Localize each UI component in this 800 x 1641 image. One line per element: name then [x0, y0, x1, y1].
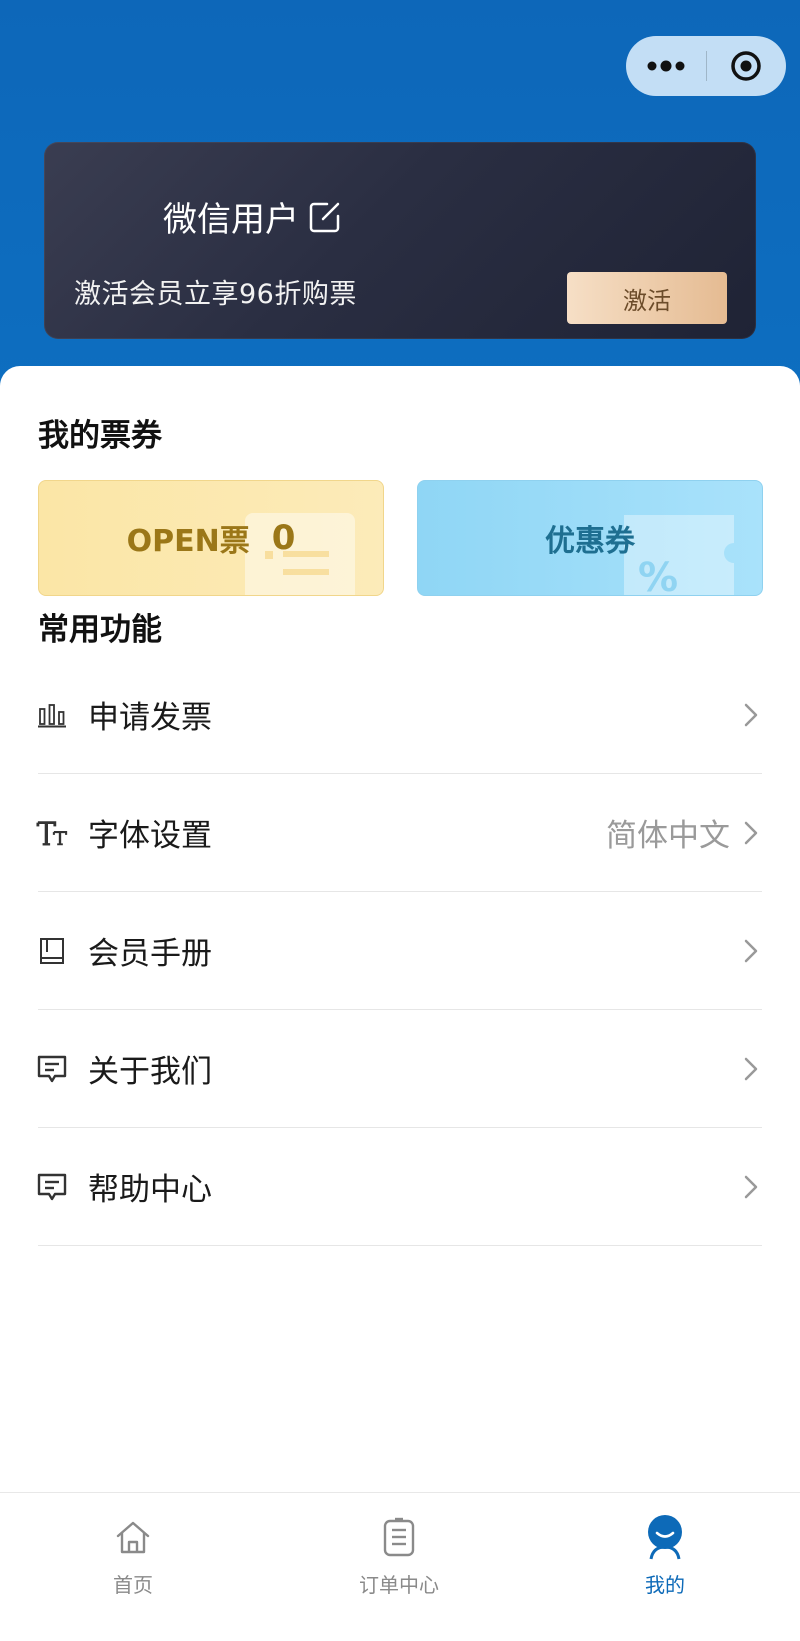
open-ticket-card[interactable]: OPEN票 0	[38, 480, 384, 596]
menu-item-font-settings[interactable]: 字体设置 简体中文	[36, 774, 762, 892]
coupon-card[interactable]: % 优惠券	[417, 480, 763, 596]
open-ticket-label: OPEN票	[126, 524, 250, 559]
menu-item-member-handbook[interactable]: 会员手册	[38, 892, 762, 1010]
svg-text:%: %	[638, 555, 678, 596]
tab-home[interactable]: 首页	[0, 1493, 266, 1641]
my-tickets-title: 我的票券	[38, 418, 162, 454]
close-button[interactable]	[707, 36, 787, 96]
chevron-right-icon	[742, 1174, 760, 1200]
bar-chart-icon	[36, 699, 68, 731]
menu-item-label: 字体设置	[88, 818, 212, 854]
order-list-icon	[375, 1513, 423, 1561]
bottom-tab-bar: 首页 订单中心 我的	[0, 1492, 800, 1641]
member-card: 微信用户 激活会员立享96折购票 激活	[44, 142, 756, 339]
book-icon	[36, 935, 68, 967]
content-sheet: 我的票券 OPEN票 0 % 优惠券 常用功能 申请发票 字体设置 简体中文 会…	[0, 366, 800, 1492]
menu-item-label: 申请发票	[88, 700, 212, 736]
font-language-value: 简体中文	[606, 818, 730, 854]
chevron-right-icon	[742, 938, 760, 964]
tab-mine[interactable]: 我的	[532, 1493, 798, 1641]
target-circle-icon	[731, 51, 761, 81]
edit-icon[interactable]	[307, 199, 343, 235]
username-row[interactable]: 微信用户	[163, 192, 343, 241]
menu-item-help-center[interactable]: 帮助中心	[36, 1128, 762, 1246]
ticket-decoration-icon	[245, 513, 355, 595]
more-button[interactable]	[626, 36, 706, 96]
open-ticket-count: 0	[271, 518, 296, 558]
tab-label: 订单中心	[359, 1573, 439, 1597]
activate-button[interactable]: 激活	[567, 272, 727, 324]
username: 微信用户	[163, 200, 299, 240]
home-icon	[109, 1513, 157, 1561]
chevron-right-icon	[742, 1056, 760, 1082]
chevron-right-icon	[742, 702, 760, 728]
menu-item-label: 会员手册	[88, 936, 212, 972]
tab-label: 首页	[113, 1573, 153, 1597]
menu-item-label: 帮助中心	[88, 1172, 212, 1208]
function-menu: 申请发票 字体设置 简体中文 会员手册 关于我们 帮助中心	[36, 656, 762, 1246]
coupon-label: 优惠券	[545, 524, 635, 559]
member-promo-text: 激活会员立享96折购票	[74, 279, 357, 310]
more-dots-icon	[647, 60, 685, 72]
menu-item-label: 关于我们	[88, 1054, 212, 1090]
mini-program-capsule	[626, 36, 786, 96]
menu-item-invoice[interactable]: 申请发票	[38, 656, 762, 774]
tab-label: 我的	[645, 1573, 685, 1597]
message-icon	[36, 1171, 68, 1203]
common-functions-title: 常用功能	[38, 612, 162, 648]
chevron-right-icon	[742, 820, 760, 846]
font-size-icon	[36, 817, 68, 849]
message-icon	[36, 1053, 68, 1085]
profile-icon	[641, 1513, 689, 1561]
tab-orders[interactable]: 订单中心	[266, 1493, 532, 1641]
menu-item-about-us[interactable]: 关于我们	[36, 1010, 762, 1128]
